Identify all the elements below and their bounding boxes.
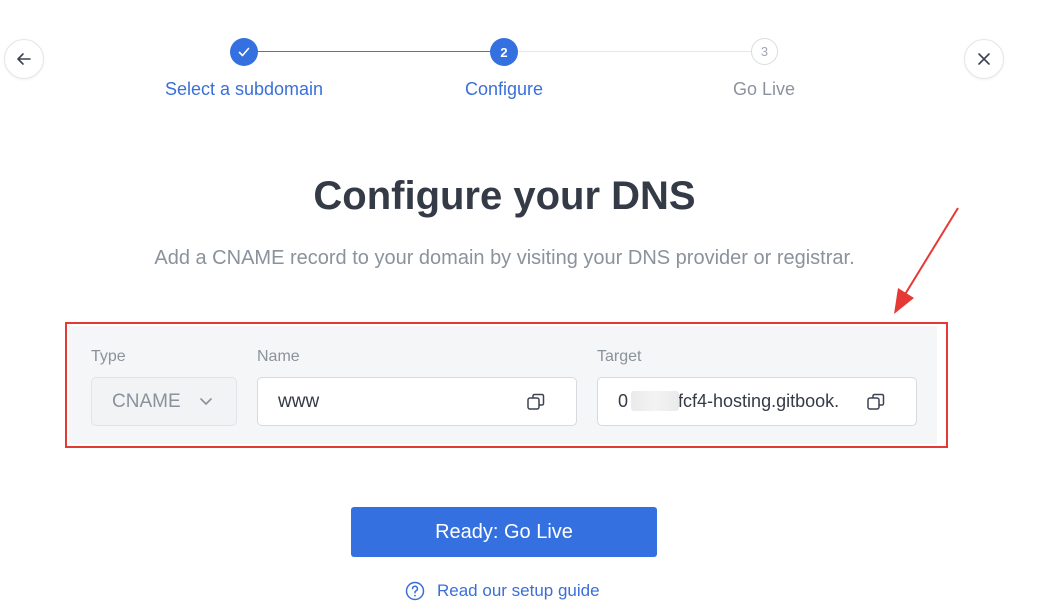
record-type-value: CNAME bbox=[112, 390, 181, 412]
step-connector-complete bbox=[257, 51, 490, 52]
setup-guide-label: Read our setup guide bbox=[437, 581, 600, 600]
record-type-select[interactable]: CNAME bbox=[91, 377, 237, 426]
page-subtitle: Add a CNAME record to your domain by vis… bbox=[154, 247, 855, 269]
go-live-button[interactable]: Ready: Go Live bbox=[351, 507, 657, 557]
check-icon bbox=[238, 47, 250, 57]
step-3-label: Go Live bbox=[732, 79, 796, 99]
progress-stepper: 2 3 Select a subdomain Configure Go Live bbox=[0, 0, 1051, 110]
step-1-indicator bbox=[230, 38, 258, 66]
redaction-blur bbox=[631, 391, 679, 411]
step-1-label[interactable]: Select a subdomain bbox=[165, 79, 323, 100]
record-name-value: www bbox=[278, 390, 320, 412]
page-title: Configure your DNS bbox=[313, 174, 696, 218]
question-circle-icon bbox=[405, 581, 425, 601]
chevron-down-icon bbox=[200, 398, 212, 405]
step-2-label: Configure bbox=[464, 79, 544, 99]
target-label: Target bbox=[597, 348, 642, 365]
record-name-field[interactable]: www bbox=[257, 377, 577, 426]
copy-icon[interactable] bbox=[866, 392, 886, 412]
setup-guide-link[interactable]: Read our setup guide bbox=[405, 581, 600, 601]
copy-icon[interactable] bbox=[526, 392, 546, 412]
type-label: Type bbox=[91, 348, 126, 365]
annotation-arrow bbox=[894, 207, 959, 314]
name-label: Name bbox=[257, 348, 300, 365]
step-connector-pending bbox=[518, 51, 751, 52]
step-3-indicator: 3 bbox=[751, 38, 778, 65]
step-2-indicator: 2 bbox=[490, 38, 518, 66]
